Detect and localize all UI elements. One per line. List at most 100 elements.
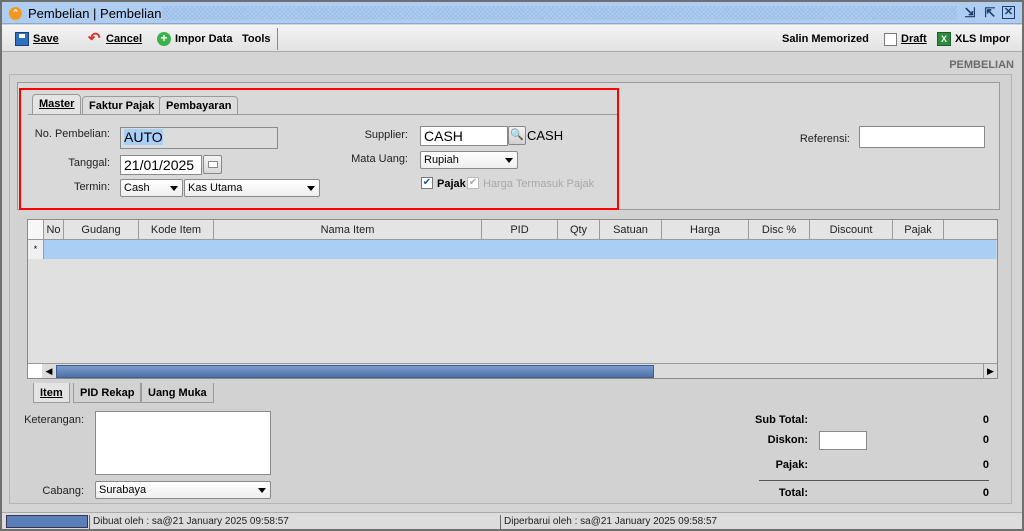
search-supplier-button[interactable]: 🔍 [508,126,526,145]
pajak-checkbox-label: Pajak [437,178,466,190]
tab-master[interactable]: Master [32,94,82,114]
col-header-kode-item[interactable]: Kode Item [139,220,214,240]
tab-underline [28,114,618,115]
col-header-satuan[interactable]: Satuan [600,220,662,240]
diskon-label: Diskon: [767,434,808,446]
tab-item[interactable]: Item [33,383,70,403]
subtotal-label: Sub Total: [755,414,808,426]
restore-icon[interactable]: ⇲ [962,5,978,21]
mata-uang-select[interactable]: Rupiah [420,151,518,169]
cancel-button[interactable]: ↶ Cancel [88,29,142,49]
pajak-checkbox[interactable]: ✔ [421,177,433,189]
chevron-down-icon [170,186,178,191]
tanggal-label: Tanggal: [68,157,110,169]
calendar-button[interactable] [203,155,222,174]
maximize-icon[interactable]: ⇱ [982,5,998,21]
save-button[interactable]: Save [15,29,59,49]
save-label: Save [33,33,59,45]
total-label: Total: [778,487,808,499]
scroll-left-icon[interactable]: ◀ [42,364,56,378]
draft-label: Draft [901,33,927,45]
tab-faktur-pajak[interactable]: Faktur Pajak [82,96,162,114]
total-value: 0 [982,487,989,499]
referensi-field[interactable] [859,126,985,148]
kas-value: Kas Utama [188,182,243,194]
item-grid[interactable]: No Gudang Kode Item Nama Item PID Qty Sa… [27,219,998,379]
chevron-down-icon [505,158,513,163]
no-pembelian-value: AUTO [124,129,163,145]
termin-select[interactable]: Cash [120,179,183,197]
harga-termasuk-pajak-label: Harga Termasuk Pajak [483,178,595,190]
tanggal-field[interactable]: 21/01/2025 [120,155,202,175]
col-header-pajak[interactable]: Pajak [893,220,944,240]
scroll-right-icon[interactable]: ▶ [983,364,997,378]
diskon-input[interactable] [819,431,867,450]
floppy-disk-icon [15,32,29,46]
keterangan-textarea[interactable] [95,411,271,475]
supplier-label: Supplier: [364,129,408,141]
no-pembelian-label: No. Pembelian: [34,128,110,140]
scrollbar-thumb[interactable] [56,365,654,378]
tab-faktur-pajak-label: Faktur Pajak [89,100,155,112]
diskon-value: 0 [982,434,989,446]
chevron-down-icon [258,488,266,493]
tab-pembayaran-label: Pembayaran [166,100,232,112]
draft-checkbox-box[interactable] [884,32,897,46]
col-header-gudang[interactable]: Gudang [64,220,139,240]
col-header-extra[interactable] [944,220,997,240]
harga-termasuk-pajak-checkbox[interactable]: ✔ [467,177,479,189]
tab-pembayaran[interactable]: Pembayaran [159,96,239,114]
add-circle-icon: + [157,32,171,46]
no-pembelian-field[interactable]: AUTO [120,127,278,149]
import-data-label: Impor Data [175,33,233,45]
salin-memorized-button[interactable]: Salin Memorized [782,29,869,49]
cancel-label: Cancel [106,33,143,45]
tab-master-label: Master [39,98,75,110]
keterangan-label: Keterangan: [24,414,84,426]
termin-value: Cash [124,182,150,194]
table-row-new[interactable] [44,240,997,259]
status-bar: Dibuat oleh : sa@21 January 2025 09:58:5… [2,512,1022,529]
row-header-corner [28,220,44,240]
kas-select[interactable]: Kas Utama [184,179,320,197]
col-header-no[interactable]: No [44,220,64,240]
new-row-marker: * [28,240,44,259]
chevron-down-icon [307,186,315,191]
title-bar: ⌃ Pembelian | Pembelian ⇲ ⇱ ✕ [2,2,1022,24]
mata-uang-value: Rupiah [424,154,459,166]
draft-checkbox[interactable]: Draft [884,29,927,49]
close-icon[interactable]: ✕ [1002,6,1015,19]
updated-by-status: Diperbarui oleh : sa@21 January 2025 09:… [500,515,1000,529]
total-divider [759,480,989,481]
termin-label: Termin: [73,181,110,193]
mata-uang-label: Mata Uang: [351,153,408,165]
col-header-qty[interactable]: Qty [558,220,600,240]
subtotal-value: 0 [982,414,989,426]
calendar-icon [208,161,218,168]
col-header-pid[interactable]: PID [482,220,558,240]
col-header-discount[interactable]: Discount [810,220,893,240]
tab-pid-rekap[interactable]: PID Rekap [73,383,142,403]
magnifier-icon: 🔍 [510,129,524,141]
cabang-select[interactable]: Surabaya [95,481,271,499]
xls-import-button[interactable]: X XLS Impor [937,29,1010,49]
supplier-field[interactable]: CASH [420,126,508,146]
import-data-button[interactable]: + Impor Data [157,29,232,49]
xls-import-label: XLS Impor [955,33,1011,45]
col-header-disc-percent[interactable]: Disc % [749,220,810,240]
window-title: Pembelian | Pembelian [28,6,162,21]
tab-uang-muka[interactable]: Uang Muka [141,383,214,403]
page-label: PEMBELIAN [949,59,1014,71]
salin-memorized-label: Salin Memorized [782,33,869,45]
tools-label: Tools [242,33,271,45]
cabang-label: Cabang: [42,485,84,497]
pajak-total-value: 0 [982,459,989,471]
toolbar-separator [277,28,278,50]
col-header-harga[interactable]: Harga [662,220,749,240]
app-icon: ⌃ [9,7,22,20]
tab-item-label: Item [40,387,63,399]
horizontal-scrollbar[interactable]: ◀ ▶ [28,363,997,378]
undo-arrow-icon: ↶ [88,30,101,47]
col-header-nama-item[interactable]: Nama Item [214,220,482,240]
tools-button[interactable]: Tools [242,29,271,49]
